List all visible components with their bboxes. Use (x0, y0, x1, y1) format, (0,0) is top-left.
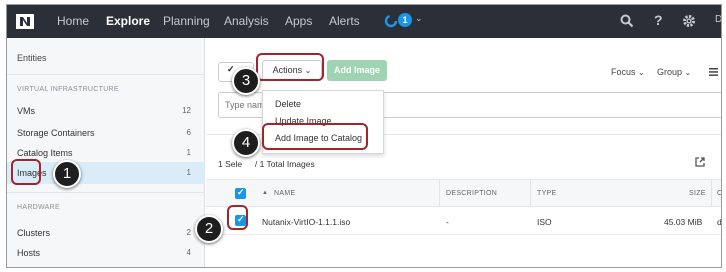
group-label: Group (657, 67, 683, 77)
divider (7, 74, 205, 75)
top-navigation: Home Explore Planning Analysis Apps Aler… (7, 5, 721, 38)
section-hardware: HARDWARE (17, 204, 60, 211)
table-header: ✓ ▲ NAME DESCRIPTION TYPE SIZE CR (206, 179, 721, 208)
sidebar-item-label: VMs (17, 106, 35, 116)
callout-badge-1: 1 (53, 160, 81, 188)
image-type: ISO (537, 217, 552, 227)
entities-sidebar: Entities VIRTUAL INFRASTRUCTURE VMs 12 S… (7, 38, 205, 267)
focus-label: Focus (611, 67, 636, 77)
sidebar-item-count: 6 (186, 128, 191, 137)
nav-analysis[interactable]: Analysis (224, 14, 269, 28)
sidebar-item-label: Catalog Items (17, 148, 73, 158)
sidebar-item-vms[interactable]: VMs 12 (7, 100, 205, 122)
column-divider (711, 180, 712, 208)
image-description: - (446, 217, 449, 227)
nav-apps[interactable]: Apps (285, 14, 312, 28)
image-created: de (717, 217, 722, 227)
user-menu[interactable]: D (715, 14, 721, 25)
callout-highlight-images (11, 159, 41, 185)
column-header-created[interactable]: CR (717, 190, 721, 197)
sort-ascending-icon[interactable]: ▲ (262, 190, 268, 196)
callout-highlight-add-to-catalog (262, 123, 368, 150)
divider (7, 192, 205, 193)
select-all-checkbox[interactable]: ✓ (235, 187, 246, 199)
callout-highlight-row-checkbox (227, 205, 248, 230)
sidebar-item-count: 1 (186, 148, 191, 157)
chevron-down-icon: ⌄ (684, 68, 692, 77)
alert-count-badge[interactable]: 1 (398, 13, 412, 27)
sidebar-item-label: Clusters (17, 228, 51, 238)
column-header-description[interactable]: DESCRIPTION (446, 190, 497, 197)
sidebar-item-hosts[interactable]: Hosts 4 (7, 242, 205, 264)
search-input[interactable] (225, 97, 265, 113)
image-size: 45.03 MiB (664, 217, 703, 227)
nav-explore[interactable]: Explore (106, 14, 150, 28)
column-divider (530, 180, 531, 208)
menu-item-delete[interactable]: Delete (275, 99, 301, 109)
sidebar-item-label: Hosts (17, 248, 41, 258)
selection-count-text: 1 Sele (218, 159, 243, 169)
column-header-name[interactable]: NAME (274, 190, 295, 197)
sidebar-item-count: 12 (182, 106, 191, 115)
section-virtual-infrastructure: VIRTUAL INFRASTRUCTURE (17, 86, 119, 93)
group-dropdown[interactable]: Group ⌄ (657, 67, 691, 77)
nav-planning[interactable]: Planning (163, 14, 210, 28)
sidebar-item-storage-containers[interactable]: Storage Containers 6 (7, 122, 205, 144)
selection-summary: 1 Sele / 1 Total Images (218, 159, 315, 169)
column-header-type[interactable]: TYPE (537, 190, 556, 197)
image-name[interactable]: Nutanix-VirtIO-1.1.1.iso (262, 217, 350, 227)
chevron-down-icon: ⌄ (638, 68, 645, 77)
callout-badge-3: 3 (232, 67, 260, 95)
column-header-size[interactable]: SIZE (689, 190, 706, 197)
callout-highlight-actions (256, 53, 324, 81)
gear-icon[interactable] (682, 14, 696, 28)
callout-badge-2: 2 (195, 215, 223, 243)
list-view-icon[interactable] (709, 68, 718, 76)
nav-home[interactable]: Home (57, 14, 89, 28)
sidebar-item-count: 4 (186, 248, 191, 257)
nutanix-logo-icon[interactable] (16, 14, 34, 29)
alerts-ring-icon[interactable] (384, 14, 398, 28)
add-image-button[interactable]: Add Image (327, 60, 387, 81)
search-icon[interactable] (620, 14, 634, 28)
sidebar-item-clusters[interactable]: Clusters 2 (7, 222, 205, 244)
external-link-icon[interactable] (695, 157, 705, 167)
nav-alerts[interactable]: Alerts (329, 14, 360, 28)
callout-badge-4: 4 (232, 129, 260, 157)
sidebar-item-label: Storage Containers (17, 128, 95, 138)
chevron-down-icon[interactable]: ⌄ (415, 13, 423, 24)
focus-dropdown[interactable]: Focus ⌄ (611, 67, 645, 77)
app-window: Home Explore Planning Analysis Apps Aler… (6, 4, 722, 268)
column-divider (439, 180, 440, 208)
sidebar-item-count: 2 (186, 228, 191, 237)
sidebar-item-count: 1 (186, 168, 191, 177)
help-icon[interactable]: ? (654, 12, 663, 28)
total-count-text: / 1 Total Images (254, 159, 315, 169)
sidebar-title: Entities (17, 53, 47, 63)
table-row[interactable]: ✓ Nutanix-VirtIO-1.1.1.iso - ISO 45.03 M… (206, 207, 722, 235)
